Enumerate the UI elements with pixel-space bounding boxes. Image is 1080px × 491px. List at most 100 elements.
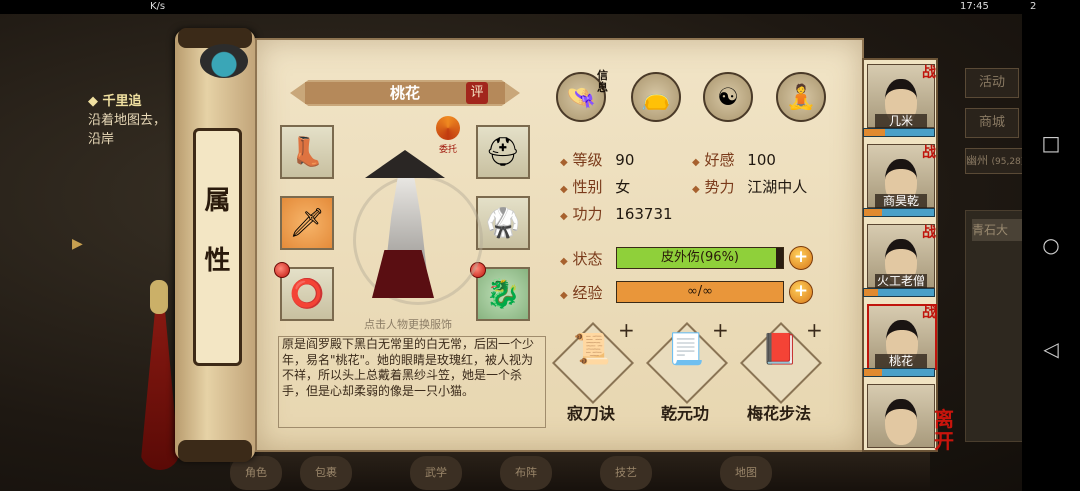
bottom-menu-map[interactable]: 地图 — [720, 456, 772, 490]
add-skill-icon[interactable]: + — [806, 318, 823, 342]
notification-dot — [274, 262, 290, 278]
bottom-menu-formation[interactable]: 布阵 — [500, 456, 552, 490]
roster-member[interactable] — [867, 384, 935, 460]
battle-mark: 战 — [922, 225, 936, 241]
stat-favor: ◆ 好感 100 — [692, 150, 776, 170]
skill-slot-3[interactable]: 📕 + — [739, 318, 823, 405]
clock: 17:45 — [960, 1, 989, 12]
battery-icon: 2 — [1030, 1, 1037, 12]
stat-value: 江湖中人 — [747, 178, 808, 196]
state-label: ◆ 状态 — [560, 248, 603, 269]
bag-button[interactable]: 👝 — [631, 72, 681, 122]
member-exp-bar — [863, 128, 935, 137]
member-exp-fill — [864, 289, 878, 296]
scroll-title: 属性 — [204, 186, 231, 276]
stat-label: 等级 — [572, 151, 603, 169]
skill-name: 寂刀诀 — [566, 404, 615, 423]
leave-button[interactable]: 离开 — [934, 408, 982, 456]
battle-mark: 战 — [922, 65, 936, 81]
character-description: 原是阎罗殿下黑白无常里的白无常，后因一个少年，易名"桃花"。她的眼睛是玫瑰红，被… — [282, 337, 535, 398]
roster-member[interactable]: 几米 战 — [863, 64, 936, 140]
stat-label: 性别 — [572, 178, 603, 196]
member-exp-fill — [864, 209, 882, 216]
skill-name: 乾元功 — [660, 404, 709, 423]
bottom-menu-skill[interactable]: 技艺 — [600, 456, 652, 490]
stat-value: 女 — [615, 178, 631, 196]
member-name: 商昊乾 — [875, 194, 927, 208]
home-icon[interactable]: ○ — [1040, 234, 1062, 256]
equip-slot-armor[interactable]: 🥋 — [476, 196, 530, 250]
entrust-icon — [436, 116, 460, 140]
diamond-icon: ◆ — [692, 184, 700, 195]
skill-slot-2[interactable]: 📃 + — [645, 318, 729, 405]
stat-value: 163731 — [615, 205, 673, 223]
bracelet-icon: ⭕ — [289, 277, 325, 310]
battle-mark: 战 — [922, 145, 936, 161]
roster-member[interactable]: 火工老僧 战 — [863, 224, 936, 300]
entrust-button[interactable]: 委托 — [432, 116, 464, 156]
equip-slot-boots[interactable]: 👢 — [280, 125, 334, 179]
stat-power: ◆ 功力 163731 — [560, 204, 673, 224]
tassel-bead — [150, 280, 168, 314]
sword-icon: 🗡 — [289, 206, 325, 239]
add-skill-icon[interactable]: + — [618, 318, 635, 342]
left-arrow-icon[interactable]: ▶ — [72, 236, 86, 256]
menu-activity[interactable]: 活动 — [965, 68, 1019, 98]
heal-plus-button[interactable]: + — [789, 246, 813, 270]
member-exp-bar — [863, 208, 935, 217]
equip-slot-weapon[interactable]: 🗡 — [280, 196, 334, 250]
location-name: 幽州 — [966, 154, 988, 167]
roster-member[interactable]: 商昊乾 战 — [863, 144, 936, 220]
exp-bar-text: ∞/∞ — [686, 284, 714, 299]
entrust-label: 委托 — [438, 145, 457, 155]
stat-label: 势力 — [704, 178, 735, 196]
character-name: 桃花 — [389, 84, 420, 102]
stat-gender: ◆ 性别 女 — [560, 177, 630, 197]
state-bar: 皮外伤(96%) — [616, 247, 784, 269]
bagua-icon: ☯ — [717, 83, 739, 111]
scroll-cap-bottom — [178, 440, 252, 462]
state-bar-text: 皮外伤(96%) — [660, 250, 740, 265]
bag-icon: 👝 — [641, 83, 671, 111]
quest-text: 沿着地图去，沿岸 — [88, 113, 167, 147]
exp-plus-button[interactable]: + — [789, 280, 813, 304]
bagua-button[interactable]: ☯ — [703, 72, 753, 122]
network-speed: K/s — [150, 1, 166, 12]
add-skill-icon[interactable]: + — [712, 318, 729, 342]
menu-shop[interactable]: 商城 — [965, 108, 1019, 138]
stat-value: 90 — [615, 151, 635, 169]
recents-icon[interactable]: □ — [1040, 132, 1062, 154]
bird-emblem-icon — [200, 44, 248, 78]
member-exp-bar — [863, 368, 935, 377]
bottom-menu-martial[interactable]: 武学 — [410, 456, 462, 490]
diamond-icon: ◆ — [560, 211, 568, 222]
status-bar: K/s 17:45 2 — [0, 0, 1080, 14]
skill-slot-1[interactable]: 📜 + — [551, 318, 635, 405]
quest-title: ◆ 千里追 — [88, 94, 142, 109]
meridian-button[interactable]: 🧘 — [776, 72, 826, 122]
member-name: 桃花 — [875, 354, 927, 368]
boots-icon: 👢 — [289, 135, 325, 168]
roster-member-selected[interactable]: 桃花 战 — [863, 304, 937, 380]
diamond-icon: ◆ — [692, 157, 700, 168]
diamond-icon: ◆ — [560, 256, 568, 267]
face — [885, 399, 917, 445]
diamond-icon: ◆ — [560, 184, 568, 195]
stat-label: 功力 — [572, 205, 603, 223]
equip-slot-hat[interactable]: ⛑ — [476, 125, 530, 179]
quest-tracker[interactable]: ◆ 千里追 沿着地图去，沿岸 — [88, 92, 178, 149]
stat-value: 100 — [747, 151, 776, 169]
body-icon: 🧘 — [786, 83, 816, 111]
party-roster: 几米 战 商昊乾 战 火工老僧 战 桃花 战 — [862, 58, 938, 452]
armor-icon: 🥋 — [485, 206, 521, 239]
exp-bar: ∞/∞ — [616, 281, 784, 303]
stat-level: ◆ 等级 90 — [560, 150, 634, 170]
member-exp-fill — [864, 369, 882, 376]
review-button[interactable]: 评 — [466, 82, 488, 104]
bottom-menu-bag[interactable]: 包裹 — [300, 456, 352, 490]
diamond-icon: ◆ — [560, 157, 568, 168]
member-name: 几米 — [875, 114, 927, 128]
member-exp-bar — [863, 288, 935, 297]
back-icon[interactable]: ◁ — [1040, 338, 1062, 360]
state-label-text: 状态 — [572, 250, 603, 268]
